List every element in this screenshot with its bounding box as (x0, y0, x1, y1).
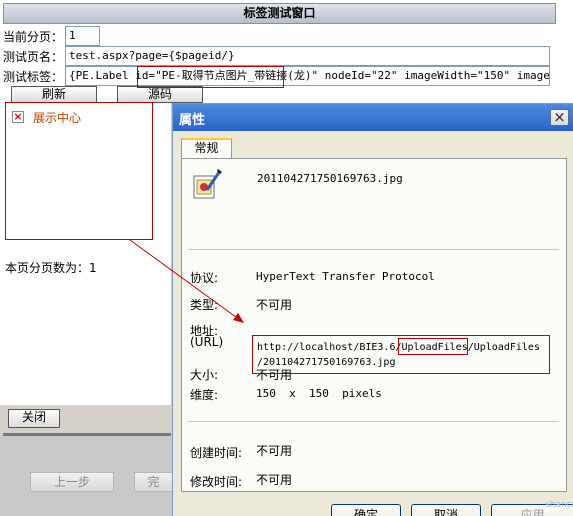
source-button[interactable]: 源码 (117, 86, 203, 103)
ok-button[interactable]: 确定 (331, 504, 401, 516)
modified-value: 不可用 (256, 473, 293, 487)
properties-dialog: 属性 × 常规 201104271750169763.jpg 协议: Hyper… (172, 103, 573, 516)
protocol-value: HyperText Transfer Protocol (256, 270, 435, 283)
protocol-label: 协议: (190, 271, 219, 285)
type-value: 不可用 (256, 298, 293, 312)
preview-highlight-box: × 展示中心 (5, 102, 153, 240)
separator (188, 249, 559, 250)
general-panel: 201104271750169763.jpg 协议: HyperText Tra… (181, 158, 567, 492)
finish-button[interactable]: 完 (134, 472, 172, 492)
dialog-title: 属性 (179, 113, 206, 128)
url-highlight-box: http://localhost/BIE3.6/UploadFiles/Uplo… (252, 335, 550, 374)
dimensions-label: 维度: (190, 388, 219, 402)
file-name: 201104271750169763.jpg (257, 172, 403, 185)
cancel-button[interactable]: 取消 (411, 504, 481, 516)
current-page-input[interactable]: 1 (65, 26, 100, 46)
separator (188, 421, 559, 422)
current-page-label: 当前分页： (3, 30, 64, 44)
image-file-icon (193, 169, 222, 199)
tag-label: 测试标签： (3, 70, 64, 84)
upload-folder-highlight (398, 338, 468, 355)
tab-general[interactable]: 常规 (181, 138, 232, 159)
broken-image-icon[interactable]: × (12, 111, 24, 123)
window-title: 标签测试窗口 (3, 3, 556, 24)
refresh-button[interactable]: 刷新 (11, 86, 97, 103)
address-url-label: (URL) (190, 335, 224, 349)
dialog-close-icon[interactable]: × (550, 109, 569, 126)
page-count-text: 本页分页数为：1 (5, 261, 97, 275)
tag-id-highlight (137, 66, 284, 88)
dialog-titlebar: 属性 × (173, 104, 573, 131)
created-label: 创建时间: (190, 446, 243, 460)
type-label: 类型: (190, 298, 219, 312)
watermark: shancun (545, 500, 573, 510)
size-value: 不可用 (256, 368, 293, 382)
close-button[interactable]: 关闭 (8, 409, 60, 428)
size-label: 大小: (190, 368, 219, 382)
page-name-label: 测试页名： (3, 50, 64, 64)
url-line-2: /201104271750169763.jpg (257, 357, 396, 368)
page-name-input[interactable]: test.aspx?page={$pageid/} (65, 46, 550, 66)
prev-step-button[interactable]: 上一步 (30, 472, 114, 492)
dimensions-value: 150 x 150 pixels (256, 387, 382, 400)
modified-label: 修改时间: (190, 475, 243, 489)
created-value: 不可用 (256, 444, 293, 458)
preview-link[interactable]: 展示中心 (33, 109, 81, 126)
